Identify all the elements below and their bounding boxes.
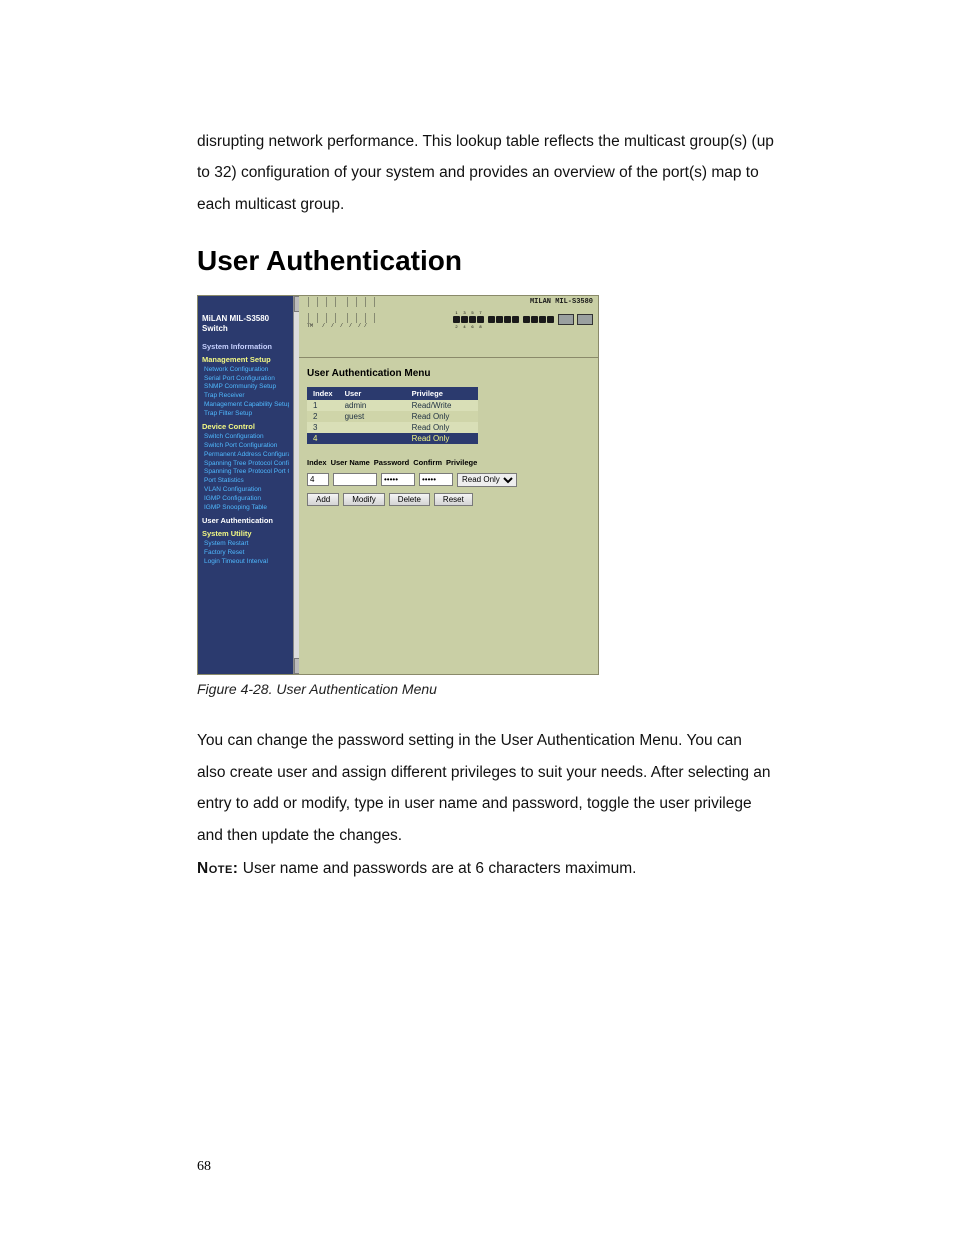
uplink-icon bbox=[577, 314, 593, 325]
ascii-logo: | | | | | | | | | | | | | | | | | | | | … bbox=[304, 298, 379, 330]
screenshot-sidebar: MiLAN MIL-S3580 Switch System Informatio… bbox=[198, 296, 293, 674]
device-banner: | | | | | | | | | | | | | | | | | | | | … bbox=[299, 296, 598, 358]
sidebar-section-system-utility[interactable]: System Utility bbox=[202, 529, 289, 538]
sidebar-section-user-auth[interactable]: User Authentication bbox=[202, 516, 289, 525]
panel-title: User Authentication Menu bbox=[307, 368, 598, 379]
screenshot-user-auth-menu: MiLAN MIL-S3580 Switch System Informatio… bbox=[197, 295, 599, 675]
sidebar-item[interactable]: Trap Receiver bbox=[202, 392, 289, 401]
label-username: User Name bbox=[331, 458, 370, 467]
figure-caption: Figure 4-28. User Authentication Menu bbox=[197, 681, 774, 697]
add-button[interactable]: Add bbox=[307, 493, 339, 506]
note-label: Note: bbox=[197, 860, 238, 877]
sidebar-item[interactable]: Login Timeout Interval bbox=[202, 558, 289, 567]
intro-paragraph: disrupting network performance. This loo… bbox=[197, 126, 774, 221]
label-index: Index bbox=[307, 458, 327, 467]
sidebar-item[interactable]: Spanning Tree Protocol Configuration bbox=[202, 460, 289, 469]
product-brand: MiLAN MIL-S3580 Switch bbox=[202, 314, 289, 334]
device-diagram: MILAN MIL-S3580 1357 2468 bbox=[453, 298, 593, 329]
col-index: Index bbox=[307, 387, 339, 400]
col-user: User bbox=[339, 387, 406, 400]
sidebar-item[interactable]: Permanent Address Configuration bbox=[202, 451, 289, 460]
table-row[interactable]: 3Read Only bbox=[307, 422, 478, 433]
device-model-label: MILAN MIL-S3580 bbox=[453, 298, 593, 306]
sidebar-item[interactable]: Port Statistics bbox=[202, 477, 289, 486]
table-row[interactable]: 1adminRead/Write bbox=[307, 400, 478, 411]
index-input[interactable] bbox=[307, 473, 329, 486]
label-password: Password bbox=[374, 458, 409, 467]
sidebar-section-device-control[interactable]: Device Control bbox=[202, 422, 289, 431]
edit-form: Index User Name Password Confirm Privile… bbox=[307, 458, 598, 467]
sidebar-item[interactable]: IGMP Configuration bbox=[202, 495, 289, 504]
note-line: Note: User name and passwords are at 6 c… bbox=[197, 853, 774, 885]
table-row[interactable]: 2guestRead Only bbox=[307, 411, 478, 422]
sidebar-item[interactable]: Network Configuration bbox=[202, 366, 289, 375]
confirm-input[interactable] bbox=[419, 473, 453, 486]
sidebar-item[interactable]: Management Capability Setup bbox=[202, 401, 289, 410]
sidebar-section-system-info[interactable]: System Information bbox=[202, 342, 289, 351]
page-number: 68 bbox=[197, 1159, 211, 1175]
sidebar-item[interactable]: Serial Port Configuration bbox=[202, 375, 289, 384]
password-input[interactable] bbox=[381, 473, 415, 486]
sidebar-section-management-setup[interactable]: Management Setup bbox=[202, 355, 289, 364]
note-text: User name and passwords are at 6 charact… bbox=[238, 860, 636, 877]
delete-button[interactable]: Delete bbox=[389, 493, 430, 506]
label-confirm: Confirm bbox=[413, 458, 442, 467]
modify-button[interactable]: Modify bbox=[343, 493, 385, 506]
sidebar-item[interactable]: System Restart bbox=[202, 540, 289, 549]
sidebar-item[interactable]: Switch Configuration bbox=[202, 433, 289, 442]
screenshot-main: | | | | | | | | | | | | | | | | | | | | … bbox=[299, 296, 598, 674]
sidebar-item[interactable]: VLAN Configuration bbox=[202, 486, 289, 495]
sidebar-item[interactable]: IGMP Snooping Table bbox=[202, 504, 289, 513]
sidebar-item[interactable]: Spanning Tree Protocol Port Configuratio… bbox=[202, 468, 289, 477]
privilege-select[interactable]: Read Only bbox=[457, 473, 517, 487]
section-heading: User Authentication bbox=[197, 245, 774, 277]
uplink-icon bbox=[558, 314, 574, 325]
body-paragraph: You can change the password setting in t… bbox=[197, 725, 774, 852]
table-row-selected[interactable]: 4Read Only bbox=[307, 433, 478, 444]
username-input[interactable] bbox=[333, 473, 377, 486]
port-icon bbox=[453, 316, 460, 323]
sidebar-item[interactable]: Switch Port Configuration bbox=[202, 442, 289, 451]
sidebar-item[interactable]: Factory Reset bbox=[202, 549, 289, 558]
col-privilege: Privilege bbox=[406, 387, 478, 400]
user-table: Index User Privilege 1adminRead/Write 2g… bbox=[307, 387, 478, 444]
sidebar-item[interactable]: SNMP Community Setup bbox=[202, 383, 289, 392]
figure-user-auth: MiLAN MIL-S3580 Switch System Informatio… bbox=[197, 295, 774, 697]
label-privilege: Privilege bbox=[446, 458, 477, 467]
reset-button[interactable]: Reset bbox=[434, 493, 473, 506]
sidebar-item[interactable]: Trap Filter Setup bbox=[202, 410, 289, 419]
port-diagram: 1357 2468 bbox=[453, 310, 593, 329]
